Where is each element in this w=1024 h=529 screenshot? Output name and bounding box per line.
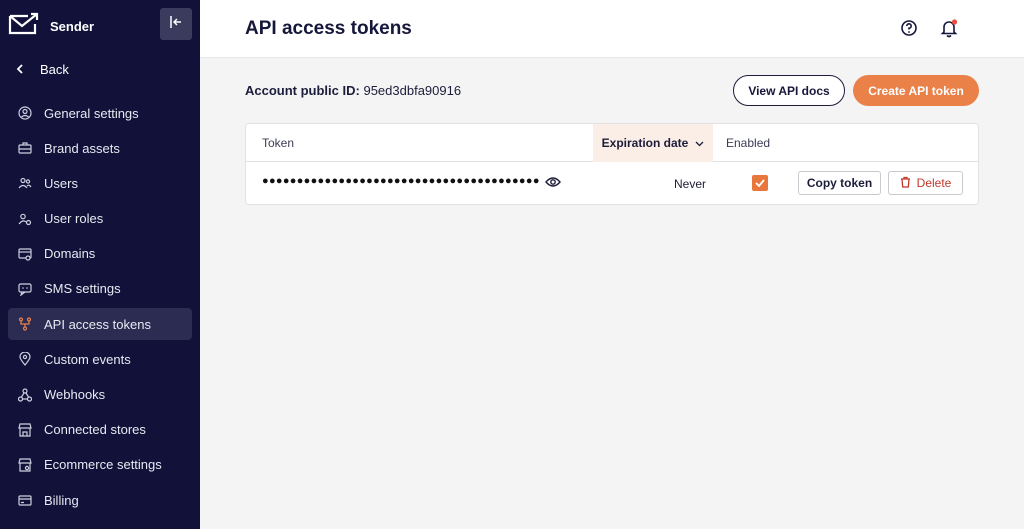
account-id-value: 95ed3dbfa90916 — [363, 83, 462, 98]
enabled-checkbox[interactable] — [752, 175, 768, 191]
eye-icon[interactable] — [545, 176, 561, 191]
sidebar-item-label: API access tokens — [44, 316, 151, 332]
api-tokens-table: Token Expiration date Enabled ●●●●●●●●●●… — [245, 123, 979, 205]
sidebar-item-general-settings[interactable]: General settings — [8, 97, 192, 129]
help-icon[interactable] — [900, 19, 918, 42]
sidebar-item-connected-stores[interactable]: Connected stores — [8, 414, 192, 446]
table-row: ●●●●●●●●●●●●●●●●●●●●●●●●●●●●●●●●●●●●●●●●… — [246, 162, 978, 204]
location-pin-icon — [17, 352, 32, 367]
sidebar-item-ecommerce-settings[interactable]: Ecommerce settings — [8, 449, 192, 481]
column-header-enabled: Enabled — [726, 136, 771, 150]
webhook-icon — [17, 387, 32, 402]
logo[interactable]: Sender — [8, 12, 94, 41]
page-title: API access tokens — [245, 18, 412, 39]
sidebar-item-label: Domains — [44, 246, 96, 262]
app-name: Sender — [50, 19, 95, 34]
collapse-sidebar-button[interactable] — [160, 8, 192, 40]
chevron-down-icon — [695, 136, 704, 150]
sidebar: Sender Back General settings Brand asset… — [0, 0, 200, 529]
users-icon — [17, 176, 32, 191]
sender-logo-icon — [8, 12, 40, 41]
copy-token-button[interactable]: Copy token — [798, 171, 881, 195]
create-api-token-button[interactable]: Create API token — [853, 75, 979, 106]
account-id-label: Account public ID: — [245, 83, 360, 98]
sidebar-item-label: General settings — [44, 105, 139, 121]
sidebar-item-label: Users — [44, 175, 78, 191]
sidebar-item-billing[interactable]: Billing — [8, 484, 192, 516]
delete-label: Delete — [916, 176, 952, 190]
sidebar-item-brand-assets[interactable]: Brand assets — [8, 132, 192, 164]
sidebar-item-label: Webhooks — [44, 387, 106, 402]
sidebar-item-label: Custom events — [44, 351, 131, 367]
table-header: Token Expiration date Enabled — [246, 124, 978, 162]
sidebar-item-sms-settings[interactable]: SMS settings — [8, 273, 192, 305]
column-header-expiration[interactable]: Expiration date — [593, 124, 713, 162]
account-public-id: Account public ID: 95ed3dbfa90916 — [245, 83, 461, 98]
chevron-left-icon — [16, 62, 24, 77]
back-link[interactable]: Back — [16, 62, 69, 77]
view-api-docs-button[interactable]: View API docs — [733, 75, 845, 106]
trash-icon — [900, 176, 911, 191]
sidebar-item-user-roles[interactable]: User roles — [8, 203, 192, 235]
sidebar-item-webhooks[interactable]: Webhooks — [8, 379, 192, 411]
sidebar-item-label: Brand assets — [44, 140, 120, 156]
sidebar-item-users[interactable]: Users — [8, 167, 192, 199]
user-roles-icon — [17, 211, 32, 226]
sidebar-item-custom-events[interactable]: Custom events — [8, 343, 192, 375]
page-header: API access tokens — [200, 0, 1024, 58]
column-header-label: Expiration date — [601, 136, 689, 150]
user-circle-icon — [17, 106, 32, 121]
sidebar-item-api-access-tokens[interactable]: API access tokens — [8, 308, 192, 341]
sidebar-item-label: User roles — [44, 211, 104, 227]
settings-nav: General settings Brand assets Users User… — [8, 97, 192, 519]
sidebar-item-domains[interactable]: Domains — [8, 238, 192, 270]
briefcase-icon — [17, 141, 32, 156]
collapse-left-icon — [169, 15, 183, 34]
api-icon — [17, 317, 32, 332]
domain-icon — [17, 246, 32, 261]
sidebar-item-label: Billing — [44, 492, 79, 508]
sidebar-item-label: Ecommerce settings — [44, 457, 162, 473]
store-icon — [17, 422, 32, 437]
sidebar-item-label: Connected stores — [44, 422, 146, 438]
credit-card-icon — [17, 493, 32, 508]
notification-bell-icon[interactable] — [940, 18, 958, 43]
ecommerce-icon — [17, 457, 32, 472]
token-masked-value: ●●●●●●●●●●●●●●●●●●●●●●●●●●●●●●●●●●●●●●●● — [262, 175, 540, 187]
sidebar-item-label: SMS settings — [44, 281, 121, 297]
sms-icon — [17, 281, 32, 296]
back-label: Back — [40, 62, 69, 77]
column-header-token: Token — [262, 136, 295, 150]
delete-token-button[interactable]: Delete — [888, 171, 963, 195]
expiration-value: Never — [674, 177, 707, 191]
